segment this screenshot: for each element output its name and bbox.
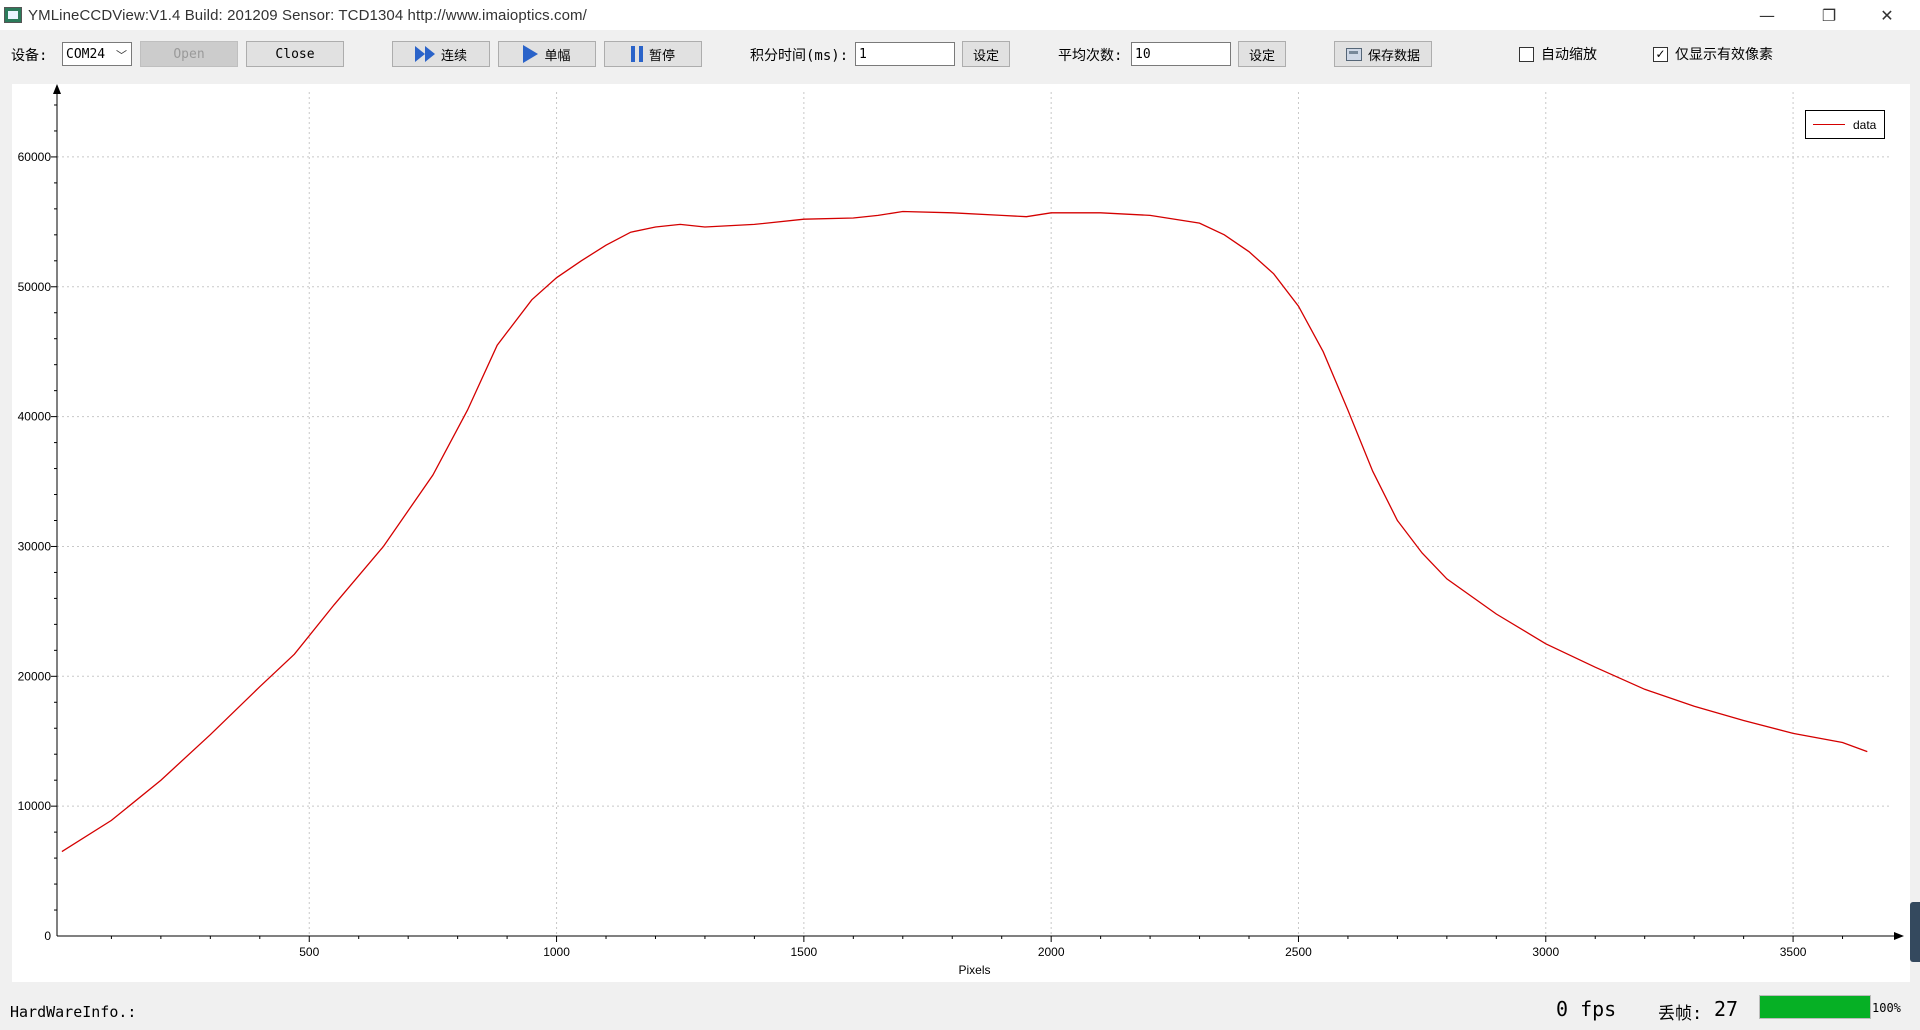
device-select-value: COM24 (66, 47, 106, 62)
title-bar: YMLineCCDView:V1.4 Build: 201209 Sensor:… (0, 0, 1920, 30)
integration-time-input[interactable] (855, 42, 955, 66)
pause-icon (630, 46, 643, 62)
set-average-label: 设定 (1248, 48, 1275, 64)
x-tick-label: 2000 (1038, 945, 1065, 959)
fast-forward-icon (414, 46, 435, 62)
save-data-label: 保存数据 (1367, 48, 1420, 64)
y-tick-label: 10000 (18, 799, 52, 813)
dropped-frames-label: 丢帧: (1658, 1004, 1703, 1024)
legend-series-label: data (1853, 117, 1877, 132)
window-title: YMLineCCDView:V1.4 Build: 201209 Sensor:… (28, 6, 587, 24)
close-button[interactable]: Close (246, 41, 344, 67)
chart-legend: data (1805, 110, 1885, 139)
progress-bar-fill (1760, 996, 1870, 1018)
app-window: YMLineCCDView:V1.4 Build: 201209 Sensor:… (0, 0, 1920, 1030)
autoscale-checkbox[interactable]: 自动缩放 (1519, 44, 1597, 64)
device-select[interactable]: COM24 ﹀ (62, 42, 132, 66)
progress-text: 100% (1872, 1001, 1901, 1015)
x-tick-label: 500 (299, 945, 319, 959)
set-integration-button[interactable]: 设定 (962, 41, 1010, 67)
y-tick-label: 60000 (18, 150, 52, 164)
set-integration-label: 设定 (972, 48, 999, 64)
x-axis-arrow (1894, 932, 1904, 940)
x-tick-label: 2500 (1285, 945, 1312, 959)
open-button[interactable]: Open (140, 41, 238, 67)
set-average-button[interactable]: 设定 (1238, 41, 1286, 67)
hardware-info-label: HardWareInfo.: (10, 1003, 137, 1021)
checkbox-box[interactable]: ✓ (1653, 46, 1668, 62)
device-label: 设备: (11, 48, 48, 64)
continuous-button-label: 连续 (440, 48, 467, 64)
status-bar: HardWareInfo.: 0 fps 丢帧: 27 100% (0, 985, 1920, 1030)
x-tick-label: 3000 (1532, 945, 1559, 959)
valid-pixels-label: 仅显示有效像素 (1675, 47, 1773, 63)
dropped-frames-count: 27 (1714, 997, 1739, 1021)
pause-button-label: 暂停 (648, 48, 675, 64)
integration-time-label: 积分时间(ms): (750, 48, 849, 64)
x-axis-title: Pixels (958, 963, 990, 977)
plot-panel: 500 1000 1500 2000 2500 3000 3500 0 10000 20000 30… (12, 84, 1910, 982)
average-count-input[interactable] (1131, 42, 1231, 66)
pause-button[interactable]: 暂停 (604, 41, 702, 67)
average-count-label: 平均次数: (1058, 48, 1123, 64)
x-tick-label: 1000 (543, 945, 570, 959)
toolbar: 设备: COM24 ﹀ Open Close 连续 单幅 暂停 积分时间(ms)… (0, 30, 1920, 78)
y-tick-label: 0 (44, 929, 51, 943)
y-tick-label: 40000 (18, 410, 52, 424)
close-button-label: Close (275, 46, 315, 62)
valid-pixels-checkbox[interactable]: ✓ 仅显示有效像素 (1653, 44, 1773, 64)
series-line-data (61, 210, 1868, 853)
y-axis-arrow (53, 84, 61, 94)
open-button-label: Open (173, 46, 205, 62)
app-logo-icon (4, 7, 22, 23)
line-chart: 500 1000 1500 2000 2500 3000 3500 0 10000 20000 30… (18, 84, 1904, 977)
side-scroll-handle[interactable] (1910, 902, 1920, 962)
continuous-button[interactable]: 连续 (392, 41, 490, 67)
save-icon (1345, 47, 1362, 61)
save-data-button[interactable]: 保存数据 (1334, 41, 1432, 67)
close-window-button[interactable]: ✕ (1864, 0, 1910, 30)
progress-bar (1759, 995, 1871, 1019)
y-tick-label: 30000 (18, 539, 52, 553)
restore-button[interactable]: ❐ (1806, 0, 1852, 30)
single-button[interactable]: 单幅 (498, 41, 596, 67)
autoscale-label: 自动缩放 (1541, 47, 1597, 63)
legend-line-swatch (1813, 124, 1845, 125)
single-button-label: 单幅 (544, 48, 571, 64)
fps-readout: 0 fps (1556, 997, 1617, 1021)
chevron-down-icon: ﹀ (116, 49, 127, 62)
x-tick-label: 1500 (791, 945, 818, 959)
checkbox-box[interactable] (1519, 46, 1534, 62)
play-icon (523, 45, 539, 63)
minimize-button[interactable]: — (1744, 0, 1790, 30)
x-tick-label: 3500 (1780, 945, 1807, 959)
y-tick-label: 20000 (18, 669, 52, 683)
y-tick-label: 50000 (18, 280, 52, 294)
